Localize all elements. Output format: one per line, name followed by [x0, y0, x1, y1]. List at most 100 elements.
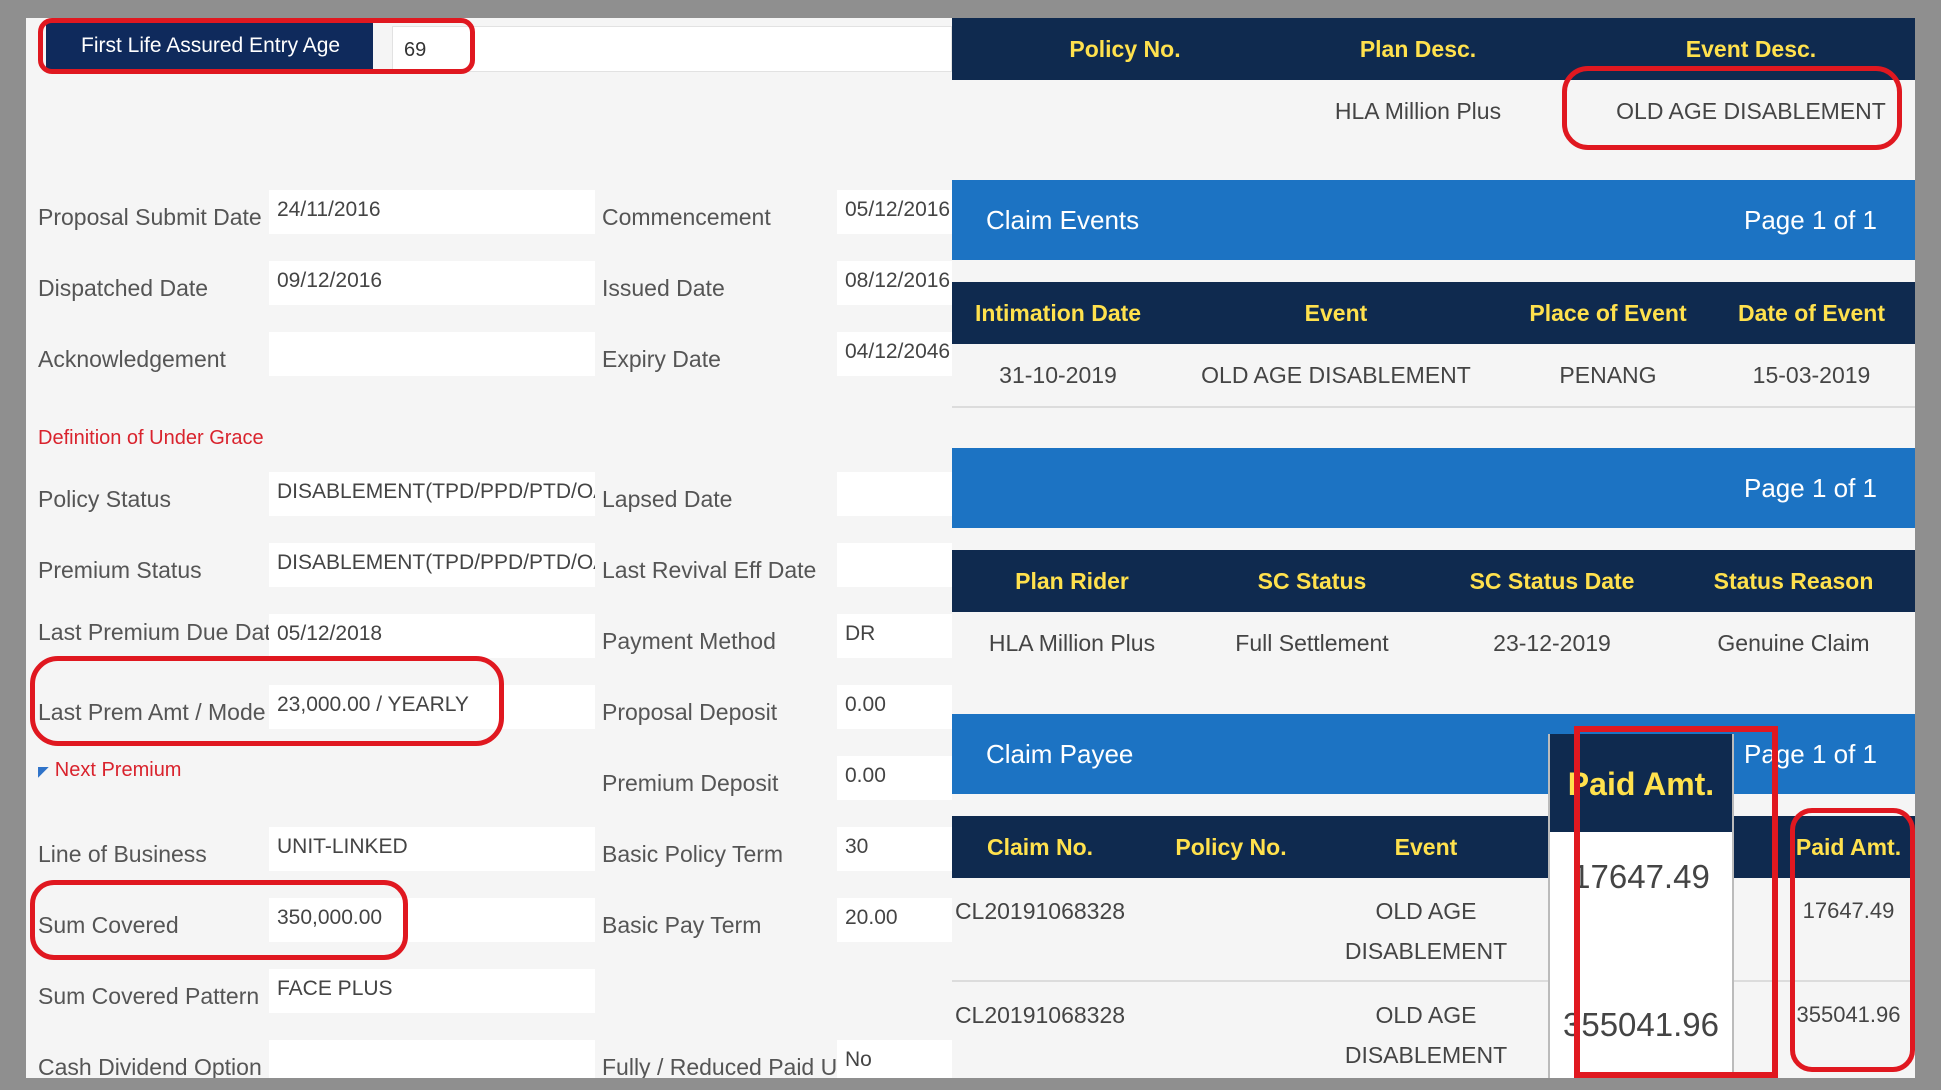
dispatched-date-field[interactable]: 09/12/2016: [269, 261, 595, 305]
last-revival-eff-date-label: Last Revival Eff Date: [602, 557, 817, 583]
claim-payee-title: Claim Payee: [986, 739, 1134, 769]
payee-policy-no-header: Policy No.: [1175, 834, 1287, 860]
event-header: Event: [1304, 300, 1368, 326]
last-premium-due-date-label: Last Premium Due Date: [38, 619, 284, 645]
cash-dividend-option-field[interactable]: [269, 1040, 595, 1078]
payee-event-line2-cell: DISABLEMENT: [1344, 1042, 1508, 1068]
cash-dividend-option-label: Cash Dividend Option: [38, 1054, 262, 1078]
lapsed-date-field[interactable]: [837, 472, 952, 516]
payee-event-header: Event: [1394, 834, 1458, 860]
acknowledgement-label: Acknowledgement: [38, 346, 226, 372]
paid-amt-zoom-header: Paid Amt.: [1550, 734, 1732, 832]
proposal-deposit-field[interactable]: 0.00: [837, 685, 952, 729]
premium-deposit-field[interactable]: 0.00: [837, 756, 952, 800]
claim-no-cell: CL20191068328: [954, 898, 1126, 924]
sc-status-cell: Full Settlement: [1235, 630, 1389, 656]
payee-paid-amt-header: Paid Amt.: [1795, 834, 1902, 860]
payee-event-line1-cell: OLD AGE: [1375, 1002, 1477, 1028]
basic-pay-term-field[interactable]: 20.00: [837, 898, 952, 942]
basic-policy-term-label: Basic Policy Term: [602, 841, 784, 867]
commencement-label: Commencement: [602, 204, 771, 230]
sum-covered-label: Sum Covered: [38, 912, 179, 938]
policy-no-header: Policy No.: [1069, 36, 1181, 62]
line-of-business-field[interactable]: UNIT-LINKED: [269, 827, 595, 871]
event-cell: OLD AGE DISABLEMENT: [1201, 362, 1471, 388]
fully-reduced-paid-up-label: Fully / Reduced Paid Up: [602, 1054, 851, 1078]
status-reason-header: Status Reason: [1713, 568, 1874, 594]
issued-date-field[interactable]: 08/12/2016: [837, 261, 952, 305]
expand-triangle-icon: ◤: [38, 763, 49, 779]
claim-events-title: Claim Events: [986, 205, 1140, 235]
last-prem-amt-mode-field[interactable]: 23,000.00 / YEARLY: [269, 685, 595, 729]
event-desc-header: Event Desc.: [1685, 36, 1817, 62]
plan-desc-header: Plan Desc.: [1359, 36, 1477, 62]
next-premium-label: Next Premium: [54, 759, 182, 781]
proposal-submit-date-field[interactable]: 24/11/2016: [269, 190, 595, 234]
next-premium-toggle[interactable]: ◤ Next Premium: [38, 759, 181, 782]
basic-policy-term-field[interactable]: 30: [837, 827, 952, 871]
plan-rider-cell: HLA Million Plus: [988, 630, 1156, 656]
proposal-submit-date-label: Proposal Submit Date: [38, 204, 262, 230]
claim-payee-pagination: Page 1 of 1: [1744, 739, 1877, 769]
payee-paid-amt-cell: 355041.96: [1796, 1002, 1901, 1027]
definition-under-grace-link[interactable]: Definition of Under Grace: [38, 427, 264, 450]
last-prem-amt-mode-label: Last Prem Amt / Mode: [38, 699, 266, 725]
last-premium-due-date-field[interactable]: 05/12/2018: [269, 614, 595, 658]
last-revival-eff-date-field[interactable]: [837, 543, 952, 587]
claim-payee-bar: Claim Payee Page 1 of 1: [952, 714, 1915, 794]
sc-status-date-cell: 23-12-2019: [1493, 630, 1611, 656]
claim-no-cell: CL20191068328: [954, 1002, 1126, 1028]
status-reason-cell: Genuine Claim: [1717, 630, 1870, 656]
sc-status-header: SC Status: [1257, 568, 1367, 594]
intimation-date-header: Intimation Date: [974, 300, 1142, 326]
premium-status-label: Premium Status: [38, 557, 202, 583]
line-of-business-label: Line of Business: [38, 841, 207, 867]
sum-covered-pattern-field[interactable]: FACE PLUS: [269, 969, 595, 1013]
claim-no-header: Claim No.: [986, 834, 1094, 860]
expiry-date-field[interactable]: 04/12/2046: [837, 332, 952, 376]
screen-frame: First Life Assured Entry Age 69 Proposal…: [26, 18, 1915, 1078]
entry-age-field[interactable]: 69: [392, 26, 952, 72]
claim-events-pagination: Page 1 of 1: [1744, 205, 1877, 235]
claim-payee-divider: [952, 980, 1915, 982]
paid-amt-zoom-value: 355041.96: [1563, 1006, 1719, 1043]
fully-reduced-paid-up-field[interactable]: No: [837, 1040, 952, 1078]
paid-amt-zoom-value: 17647.49: [1572, 858, 1710, 895]
entry-age-label: First Life Assured Entry Age: [46, 22, 373, 70]
sc-status-date-header: SC Status Date: [1469, 568, 1635, 594]
plan-desc-cell: HLA Million Plus: [1334, 98, 1502, 124]
payment-method-field[interactable]: DR: [837, 614, 952, 658]
commencement-field[interactable]: 05/12/2016: [837, 190, 952, 234]
rider-bar: Page 1 of 1: [952, 448, 1915, 528]
date-of-event-cell: 15-03-2019: [1752, 362, 1871, 388]
payee-event-line1-cell: OLD AGE: [1375, 898, 1477, 924]
payee-event-line2-cell: DISABLEMENT: [1344, 938, 1508, 964]
event-desc-cell: OLD AGE DISABLEMENT: [1616, 98, 1886, 124]
intimation-date-cell: 31-10-2019: [999, 362, 1117, 388]
acknowledgement-field[interactable]: [269, 332, 595, 376]
claim-events-bar: Claim Events Page 1 of 1: [952, 180, 1915, 260]
place-of-event-cell: PENANG: [1559, 362, 1657, 388]
premium-status-field[interactable]: DISABLEMENT(TPD/PPD/PTD/OAD): [269, 543, 595, 587]
payment-method-label: Payment Method: [602, 628, 776, 654]
payee-paid-amt-cell: 17647.49: [1802, 898, 1895, 923]
date-of-event-header: Date of Event: [1738, 300, 1885, 326]
rider-pagination: Page 1 of 1: [1744, 473, 1877, 503]
issued-date-label: Issued Date: [602, 275, 725, 301]
premium-deposit-label: Premium Deposit: [602, 770, 779, 796]
policy-details-panel: First Life Assured Entry Age 69 Proposal…: [26, 18, 952, 1078]
plan-rider-header: Plan Rider: [1015, 568, 1129, 594]
place-of-event-header: Place of Event: [1529, 300, 1687, 326]
paid-amt-zoom-popup: Paid Amt. 17647.49 355041.96: [1548, 734, 1734, 1078]
basic-pay-term-label: Basic Pay Term: [602, 912, 762, 938]
expiry-date-label: Expiry Date: [602, 346, 721, 372]
proposal-deposit-label: Proposal Deposit: [602, 699, 778, 725]
sum-covered-pattern-label: Sum Covered Pattern: [38, 983, 260, 1009]
policy-status-label: Policy Status: [38, 486, 171, 512]
claim-events-divider: [952, 406, 1915, 408]
lapsed-date-label: Lapsed Date: [602, 486, 733, 512]
dispatched-date-label: Dispatched Date: [38, 275, 209, 301]
claims-panel: Policy No. Plan Desc. Event Desc. HLA Mi…: [952, 18, 1915, 1078]
sum-covered-field[interactable]: 350,000.00: [269, 898, 595, 942]
policy-status-field[interactable]: DISABLEMENT(TPD/PPD/PTD/OAD): [269, 472, 595, 516]
